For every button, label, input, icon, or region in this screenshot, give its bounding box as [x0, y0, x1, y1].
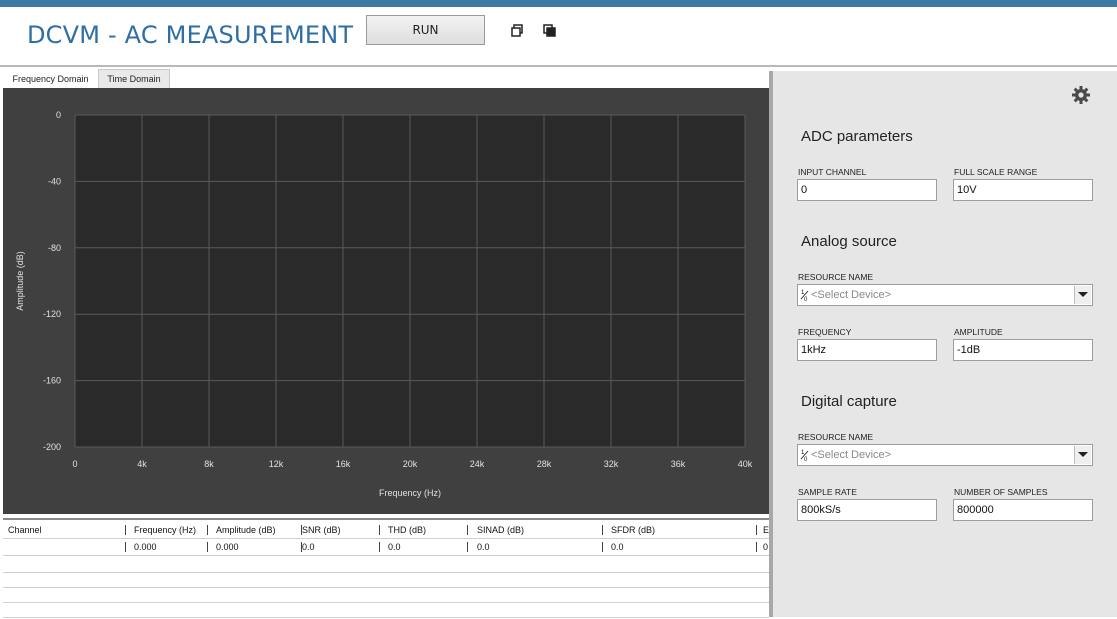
table-cell: 0.0 — [302, 542, 315, 552]
measurement-panel: Frequency Domain Time Domain 0 -40 -80 -120… — [0, 67, 769, 619]
amplitude-field[interactable]: -1dB — [953, 339, 1093, 361]
x-tick-label: 20k — [403, 459, 418, 469]
x-tick-label: 24k — [470, 459, 485, 469]
column-header: SFDR (dB) — [611, 525, 656, 535]
column-separator — [467, 542, 468, 552]
chevron-down-icon[interactable] — [1074, 286, 1091, 304]
chevron-down-icon[interactable] — [1074, 446, 1091, 464]
app-title: DCVM - AC MEASUREMENT — [27, 21, 354, 49]
column-separator — [125, 542, 126, 552]
settings-panel: ADC parameters INPUT CHANNEL 0 FULL SCAL… — [773, 71, 1117, 617]
column-separator — [379, 542, 380, 552]
gear-icon[interactable] — [1071, 85, 1091, 105]
column-separator — [207, 525, 208, 535]
resource-fraction-icon: 1 0 — [800, 450, 809, 462]
number-of-samples-label: NUMBER OF SAMPLES — [954, 487, 1048, 497]
column-separator — [207, 542, 208, 552]
y-tick-label: -160 — [43, 376, 61, 386]
x-tick-label: 40k — [738, 459, 753, 469]
column-separator — [125, 525, 126, 535]
digital-resource-select[interactable]: 1 0 <Select Device> — [797, 444, 1093, 466]
analog-resource-placeholder: <Select Device> — [811, 289, 892, 301]
tab-frequency-domain[interactable]: Frequency Domain — [3, 69, 98, 88]
y-tick-label: -40 — [48, 176, 61, 186]
svg-text:0: 0 — [804, 297, 808, 302]
results-table: Channel Frequency (Hz) Amplitude (dB) SNR (… — [3, 518, 769, 619]
column-separator — [379, 525, 380, 535]
table-cell: 0.0 — [477, 542, 490, 552]
y-tick-label: -200 — [43, 442, 61, 452]
column-header: Channel — [8, 525, 42, 535]
full-scale-range-label: FULL SCALE RANGE — [954, 167, 1038, 177]
sample-rate-field[interactable]: 800kS/s — [797, 499, 937, 521]
title-bar-accent — [0, 0, 1117, 7]
restore-window-alt-icon[interactable] — [543, 24, 557, 38]
column-header: Frequency (Hz) — [134, 525, 197, 535]
table-cell: 0 — [763, 542, 769, 552]
y-tick-labels: 0 -40 -80 -120 -160 -200 — [43, 110, 61, 452]
input-channel-label: INPUT CHANNEL — [798, 167, 867, 177]
chart-svg: 0 -40 -80 -120 -160 -200 0 4k 8k 12k 16k 20k 24k 28k… — [15, 110, 753, 498]
resource-fraction-icon: 1 0 — [800, 290, 809, 302]
y-axis-label: Amplitude (dB) — [15, 251, 25, 311]
amplitude-label: AMPLITUDE — [954, 327, 1003, 337]
x-tick-label: 36k — [671, 459, 686, 469]
analog-source-title: Analog source — [801, 233, 897, 250]
column-header: THD (dB) — [388, 525, 426, 535]
empty-table-row — [3, 601, 769, 618]
analog-resource-name-label: RESOURCE NAME — [798, 272, 874, 282]
digital-resource-name-label: RESOURCE NAME — [798, 432, 874, 442]
x-tick-label: 12k — [269, 459, 284, 469]
full-scale-range-field[interactable]: 10V — [953, 179, 1093, 201]
sample-rate-label: SAMPLE RATE — [798, 487, 857, 497]
x-axis-label: Frequency (Hz) — [379, 488, 441, 498]
table-cell: 0.0 — [611, 542, 624, 552]
column-separator — [602, 525, 603, 535]
x-tick-label: 32k — [604, 459, 619, 469]
column-separator — [467, 525, 468, 535]
table-cell: 0.000 — [134, 542, 157, 552]
x-tick-labels: 0 4k 8k 12k 16k 20k 24k 28k 32k 36k 40k — [72, 459, 752, 469]
column-separator — [756, 542, 757, 552]
x-tick-label: 28k — [537, 459, 552, 469]
table-header[interactable]: Channel Frequency (Hz) Amplitude (dB) SNR (… — [3, 522, 769, 539]
y-tick-label: -120 — [43, 309, 61, 319]
frequency-label: FREQUENCY — [798, 327, 852, 337]
number-of-samples-field[interactable]: 800000 — [953, 499, 1093, 521]
run-button[interactable]: RUN — [366, 15, 485, 45]
header: DCVM - AC MEASUREMENT RUN — [0, 7, 1117, 65]
digital-resource-placeholder: <Select Device> — [811, 449, 892, 461]
x-tick-label: 4k — [137, 459, 147, 469]
column-header: SINAD (dB) — [477, 525, 525, 535]
frequency-chart[interactable]: 0 -40 -80 -120 -160 -200 0 4k 8k 12k 16k 20k 24k 28k… — [3, 88, 769, 514]
digital-capture-title: Digital capture — [801, 393, 897, 410]
svg-text:0: 0 — [804, 457, 808, 462]
table-row[interactable]: 0.000 0.000 0.0 0.0 0.0 0.0 0 — [3, 539, 769, 556]
y-tick-label: 0 — [56, 110, 61, 120]
tab-time-domain[interactable]: Time Domain — [98, 69, 170, 88]
table-cell: 0.000 — [216, 542, 239, 552]
column-separator — [756, 525, 757, 535]
x-tick-label: 8k — [204, 459, 214, 469]
column-separator — [602, 542, 603, 552]
restore-window-icon[interactable] — [511, 24, 525, 38]
table-cell: 0.0 — [388, 542, 401, 552]
x-tick-label: 16k — [336, 459, 351, 469]
frequency-field[interactable]: 1kHz — [797, 339, 937, 361]
column-header: Amplitude (dB) — [216, 525, 276, 535]
y-tick-label: -80 — [48, 243, 61, 253]
adc-parameters-title: ADC parameters — [801, 128, 913, 145]
input-channel-field[interactable]: 0 — [797, 179, 937, 201]
column-header: SNR (dB) — [302, 525, 341, 535]
analog-resource-select[interactable]: 1 0 <Select Device> — [797, 284, 1093, 306]
x-tick-label: 0 — [72, 459, 77, 469]
